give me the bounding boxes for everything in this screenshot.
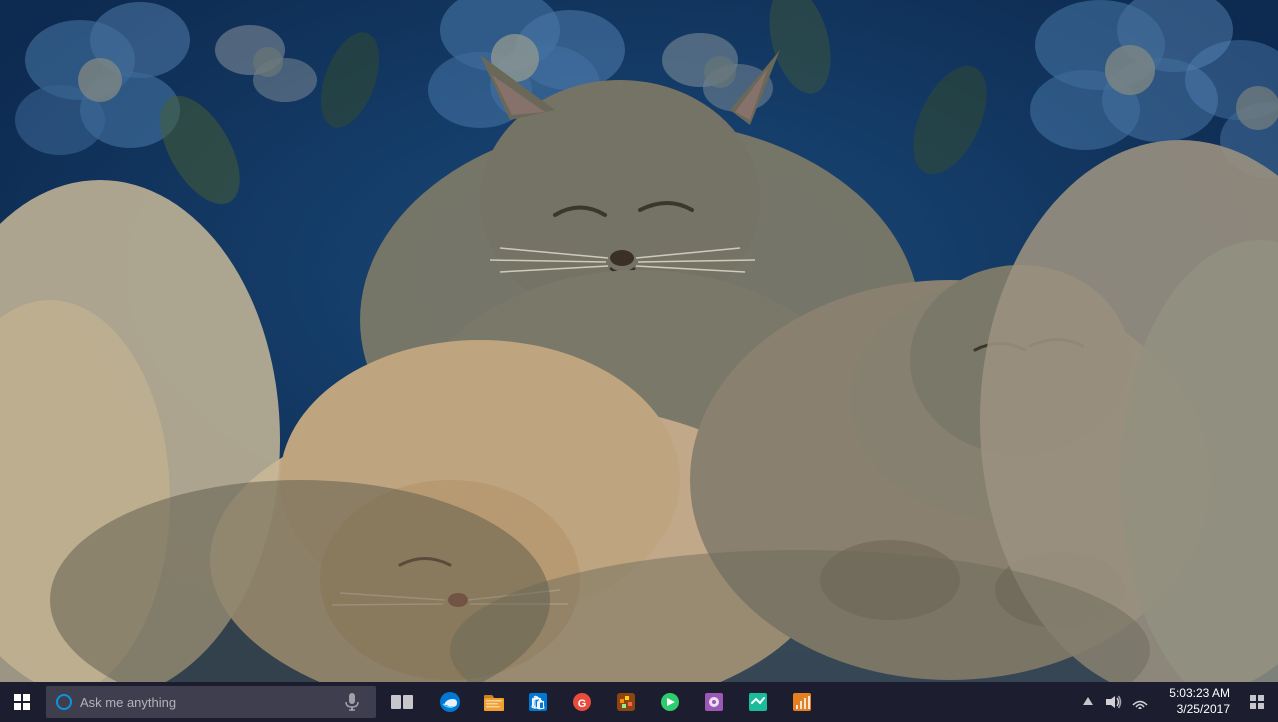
microphone-button[interactable] [338, 688, 366, 716]
taskbar-app-edge[interactable] [428, 682, 472, 722]
taskbar-app-9[interactable] [780, 682, 824, 722]
svg-text:G: G [578, 698, 587, 710]
store-icon: 🛍 [527, 691, 549, 713]
windows-logo-icon [14, 694, 30, 710]
taskbar-app-5[interactable] [604, 682, 648, 722]
app5-icon [615, 691, 637, 713]
app8-icon [747, 691, 769, 713]
taskbar: Ask me anything [0, 682, 1278, 722]
microphone-icon [345, 693, 359, 711]
volume-button[interactable] [1103, 691, 1125, 713]
svg-text:🛍: 🛍 [530, 695, 547, 710]
chevron-up-icon [1083, 695, 1093, 709]
clock[interactable]: 5:03:23 AM 3/25/2017 [1159, 682, 1240, 722]
app4-icon: G [571, 691, 593, 713]
tray-icons [1069, 691, 1159, 713]
edge-icon [439, 691, 461, 713]
show-hidden-icons-button[interactable] [1077, 691, 1099, 713]
clock-time: 5:03:23 AM [1169, 686, 1230, 702]
task-view-icon [391, 695, 413, 709]
search-placeholder-text: Ask me anything [80, 695, 330, 710]
file-explorer-icon [483, 691, 505, 713]
task-view-button[interactable] [380, 682, 424, 722]
clock-date: 3/25/2017 [1177, 702, 1230, 718]
notifications-button[interactable] [1240, 682, 1274, 722]
system-tray: 5:03:23 AM 3/25/2017 [1069, 682, 1278, 722]
taskbar-app-6[interactable] [648, 682, 692, 722]
network-button[interactable] [1129, 691, 1151, 713]
action-center-icon [1249, 694, 1265, 710]
search-bar[interactable]: Ask me anything [46, 686, 376, 718]
volume-icon [1106, 695, 1122, 709]
desktop [0, 0, 1278, 682]
start-button[interactable] [0, 682, 44, 722]
taskbar-app-store[interactable]: 🛍 [516, 682, 560, 722]
taskbar-app-8[interactable] [736, 682, 780, 722]
taskbar-app-4[interactable]: G [560, 682, 604, 722]
network-icon [1132, 695, 1148, 709]
app9-icon [791, 691, 813, 713]
cortana-icon [56, 694, 72, 710]
wallpaper [0, 0, 1278, 682]
taskbar-app-file-explorer[interactable] [472, 682, 516, 722]
app6-icon [659, 691, 681, 713]
taskbar-app-7[interactable] [692, 682, 736, 722]
app7-icon [703, 691, 725, 713]
pinned-apps: 🛍 G [428, 682, 824, 722]
